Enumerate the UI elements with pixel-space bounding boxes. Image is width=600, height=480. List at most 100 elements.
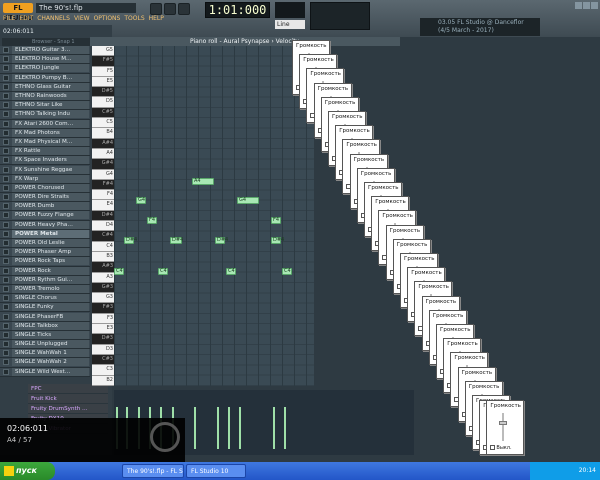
channel-row[interactable]: ELEKTRO Jungle	[0, 64, 90, 74]
channel-row[interactable]: POWER Rock Taps	[0, 257, 90, 267]
piano-key[interactable]: D3	[92, 344, 114, 355]
channel-led[interactable]	[3, 285, 9, 292]
channel-name[interactable]: FX Warp	[12, 174, 89, 183]
channel-row[interactable]: SINGLE Unplugged	[0, 340, 90, 350]
velocity-bar[interactable]	[228, 407, 230, 449]
menu-item-view[interactable]: VIEW	[74, 14, 90, 24]
note-block[interactable]: D#4	[170, 237, 183, 244]
piano-key[interactable]: G3	[92, 293, 114, 304]
channel-name[interactable]: FX Mad Photons	[12, 128, 89, 137]
channel-name[interactable]: POWER Heavy Pha…	[12, 220, 89, 229]
piano-key[interactable]: F5	[92, 66, 114, 77]
channel-led[interactable]	[3, 148, 9, 155]
channel-row[interactable]: ETHNO Talking Indu	[0, 110, 90, 120]
channel-row[interactable]: ETHNO Glass Guitar	[0, 82, 90, 92]
note-block[interactable]: C4	[114, 268, 124, 275]
channel-led[interactable]	[3, 322, 9, 329]
menu-item-channels[interactable]: CHANNELS	[37, 14, 70, 24]
channel-name[interactable]: ELEKTRO Pumpy B…	[12, 73, 89, 82]
minimize-icon[interactable]	[575, 2, 582, 9]
channel-led[interactable]	[3, 184, 9, 191]
channel-row[interactable]: POWER Tremolo	[0, 284, 90, 295]
channel-led[interactable]	[3, 157, 9, 164]
piano-key[interactable]: F4	[92, 190, 114, 201]
piano-key[interactable]: E4	[92, 200, 114, 211]
note-block[interactable]: C4	[158, 268, 168, 275]
channel-name[interactable]: ELEKTRO Guitar 3…	[12, 46, 89, 55]
channel-row[interactable]: ETHNO Sitar Like	[0, 101, 90, 111]
channel-name[interactable]: POWER Rock Taps	[12, 257, 89, 266]
channel-led[interactable]	[3, 359, 9, 366]
piano-key[interactable]: G5	[92, 46, 114, 57]
note-block[interactable]: F4	[147, 217, 157, 224]
channel-name[interactable]: SINGLE WahWah 2	[12, 358, 89, 367]
volume-slider-thumb[interactable]	[499, 421, 508, 425]
channel-name[interactable]: POWER Fuzzy Flange	[12, 211, 89, 220]
channel-led[interactable]	[3, 240, 9, 247]
channel-name[interactable]: SINGLE Talkbox	[12, 321, 89, 330]
volume-slider-track[interactable]	[502, 413, 505, 441]
channel-name[interactable]: POWER Rythm Gui…	[12, 275, 89, 284]
piano-keyboard[interactable]: G5 F#5 F5 E5 D#5 D5 C#5 C5 B4 A#4 A4 G#4 G4 F#4 F4 E4 D#…	[92, 46, 114, 386]
note-block[interactable]: A4	[192, 178, 214, 185]
tempo-display[interactable]	[275, 2, 305, 18]
channel-row[interactable]: FX Mad Physical M…	[0, 137, 90, 148]
channel-name[interactable]: ELEKTRO House M…	[12, 55, 89, 64]
piano-key[interactable]: C#5	[92, 107, 114, 119]
channel-led[interactable]	[3, 313, 9, 320]
channel-led[interactable]	[3, 331, 9, 338]
menu-item-tools[interactable]: TOOLS	[124, 14, 144, 24]
news-panel[interactable]: 03.05 FL Studio @ Danceflor (4/5 March -…	[420, 18, 540, 36]
channel-led[interactable]	[3, 102, 9, 109]
piano-key[interactable]: G#3	[92, 282, 114, 294]
taskbar-button[interactable]: FL Studio 10	[186, 464, 246, 478]
channel-led[interactable]	[3, 203, 9, 210]
channel-row[interactable]: FX Space Invaders	[0, 156, 90, 166]
channel-row[interactable]: FX Mad Photons	[0, 128, 90, 138]
piano-key[interactable]: G4	[92, 169, 114, 180]
channel-name[interactable]: FX Mad Physical M…	[12, 137, 89, 146]
piano-key[interactable]: A4	[92, 148, 114, 160]
time-display[interactable]: 1:01:000	[205, 2, 270, 18]
note-grid[interactable]: A4 G4 G4 F4 F4 D#4 D#4 D#4 D#4 C4 C4 C4 C4	[114, 46, 314, 386]
channel-name[interactable]: SINGLE Ticks	[12, 330, 89, 339]
channel-row[interactable]: ELEKTRO Pumpy B…	[0, 73, 90, 83]
piano-key[interactable]: B4	[92, 128, 114, 139]
velocity-bar[interactable]	[194, 407, 196, 449]
channel-led[interactable]	[3, 138, 9, 145]
piano-key[interactable]: C4	[92, 241, 114, 252]
channel-name[interactable]: FX Sunshine Reggae	[12, 165, 89, 174]
piano-key[interactable]: F#4	[92, 179, 114, 191]
channel-led[interactable]	[3, 230, 9, 237]
piano-key[interactable]: D#3	[92, 334, 114, 345]
piano-key[interactable]: F3	[92, 313, 114, 325]
note-block[interactable]: D#4	[215, 237, 228, 244]
record-button[interactable]	[178, 3, 190, 15]
channel-name[interactable]: POWER Old Leslie	[12, 239, 89, 248]
piano-key[interactable]: F#3	[92, 303, 114, 314]
channel-name[interactable]: POWER Dumb	[12, 202, 89, 211]
channel-row[interactable]: POWER Dumb	[0, 202, 90, 212]
piano-key[interactable]: G#4	[92, 159, 114, 170]
maximize-icon[interactable]	[583, 2, 590, 9]
channel-led[interactable]	[3, 295, 9, 302]
channel-name[interactable]: SINGLE Chorus	[12, 294, 89, 303]
channel-name[interactable]: POWER Chorused	[12, 183, 89, 192]
channel-led[interactable]	[3, 258, 9, 265]
plugin-item[interactable]: Fruit Kick	[28, 394, 108, 404]
channel-led[interactable]	[3, 47, 9, 54]
note-block[interactable]: F4	[271, 217, 281, 224]
velocity-bar[interactable]	[273, 407, 275, 449]
channel-led[interactable]	[3, 120, 9, 127]
velocity-bar[interactable]	[217, 407, 219, 449]
channel-led[interactable]	[3, 350, 9, 357]
channel-row[interactable]: POWER Old Leslie	[0, 238, 90, 249]
plugin-item[interactable]: Fruity DrumSynth …	[28, 404, 108, 414]
channel-row[interactable]: FX Sunshine Reggae	[0, 165, 90, 175]
channel-name[interactable]: FX Space Invaders	[12, 156, 89, 165]
channel-name[interactable]: POWER Metal	[12, 229, 89, 238]
channel-name[interactable]: POWER Dire Straits	[12, 193, 89, 202]
close-icon[interactable]	[591, 2, 598, 9]
piano-key[interactable]: C5	[92, 118, 114, 129]
piano-key[interactable]: C#3	[92, 354, 114, 366]
